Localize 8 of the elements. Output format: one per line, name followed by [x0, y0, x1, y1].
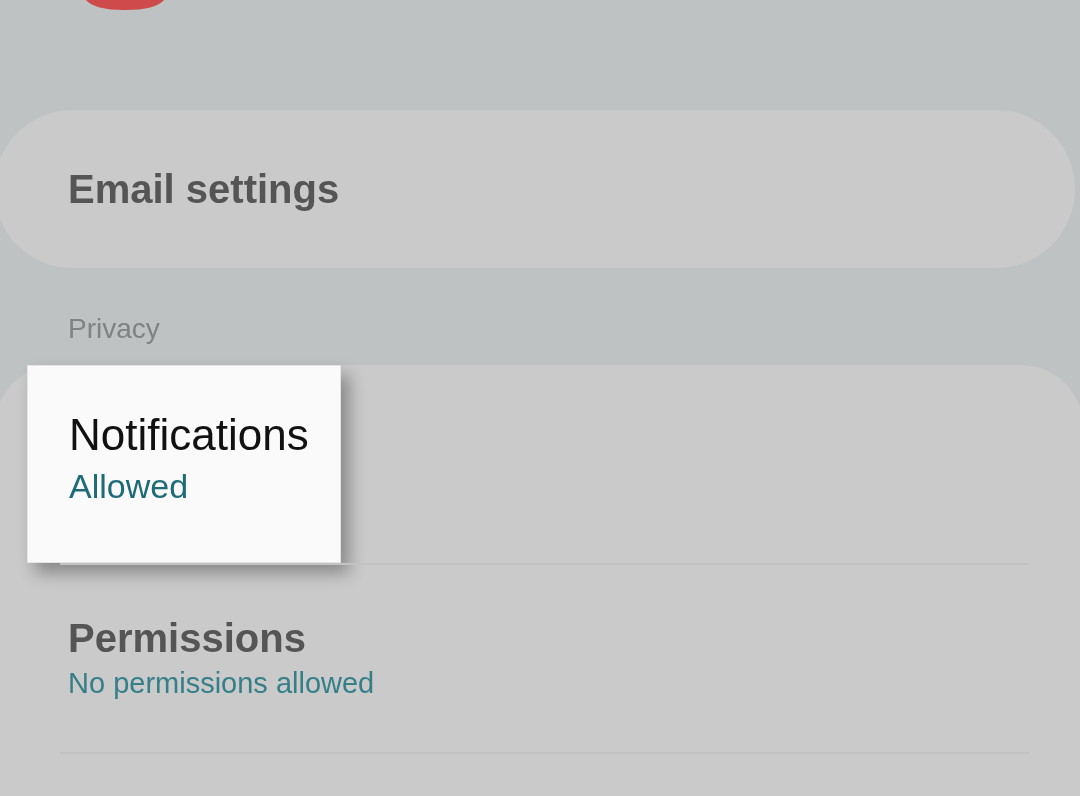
app-icon [86, 0, 164, 10]
setting-title: Notifications [69, 410, 309, 461]
setting-title: Permissions [68, 615, 306, 661]
setting-title: Email settings [68, 166, 340, 212]
setting-status: Allowed [69, 466, 189, 506]
section-header: Privacy [68, 313, 160, 344]
setting-status: No permissions allowed [68, 667, 375, 700]
highlighted-setting-item[interactable]: Notifications Allowed [27, 365, 341, 563]
